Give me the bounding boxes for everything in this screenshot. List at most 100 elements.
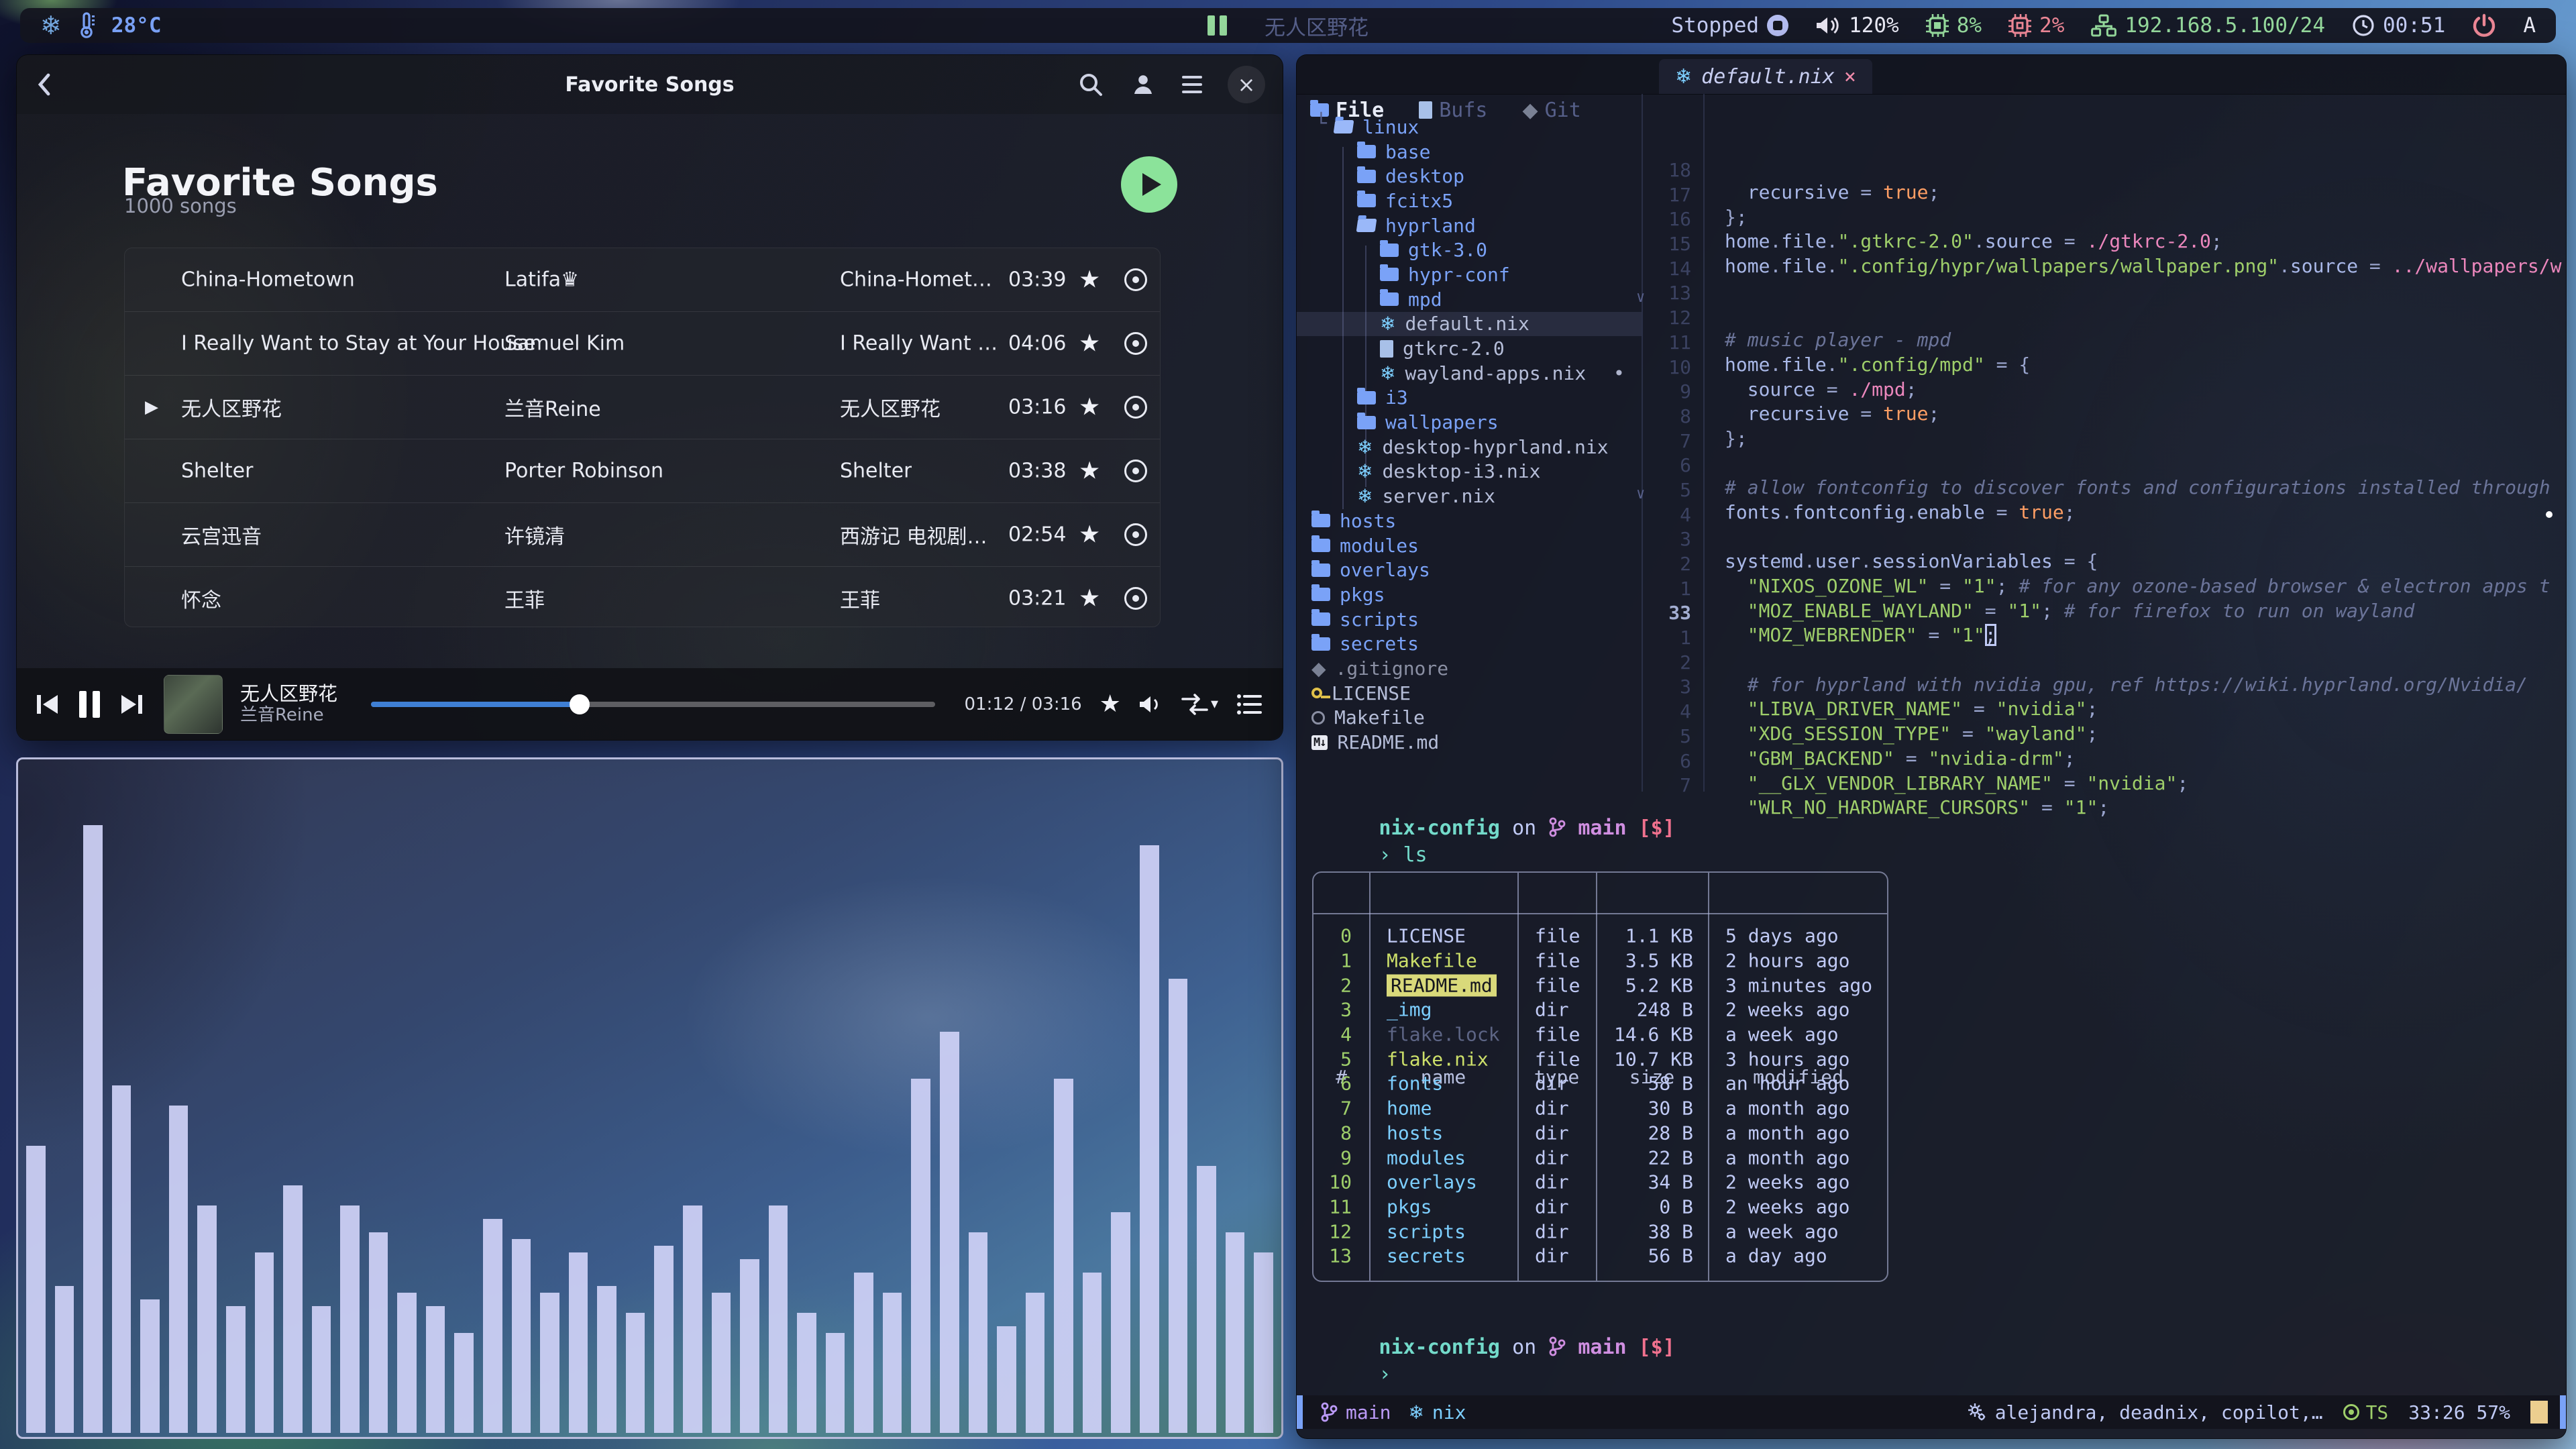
ls-cell-modified: 3 hours ago (1725, 1048, 1849, 1070)
song-row[interactable]: I Really Want to Stay at Your House Samu… (125, 312, 1160, 376)
ls-cell-size: 22 B (1596, 1146, 1693, 1169)
ls-cell-name: Makefile (1387, 950, 1477, 972)
track-options-icon[interactable] (1124, 587, 1147, 610)
prompt-dir: nix-config (1379, 1336, 1500, 1359)
favorite-star-icon[interactable]: ★ (1079, 585, 1100, 612)
ls-row: 7 home dir 30 B a month ago (1313, 1096, 1887, 1121)
track-options-icon[interactable] (1124, 523, 1147, 546)
seek-slider[interactable] (371, 702, 935, 707)
tray-letter[interactable]: A (2523, 13, 2536, 38)
repeat-menu-button[interactable]: ▾ (1181, 693, 1218, 716)
favorite-star-icon[interactable]: ★ (1079, 394, 1100, 421)
song-row[interactable]: China-Hometown Latifa♛ China-Hometown 03… (125, 248, 1160, 312)
song-artist: 兰音Reine (504, 392, 601, 422)
song-row[interactable]: ▶ 无人区野花 兰音Reine 无人区野花 03:16 ★ (125, 376, 1160, 439)
song-row[interactable]: 怀念 王菲 王菲 03:21 ★ (125, 567, 1160, 627)
favorite-star-icon[interactable]: ★ (1079, 330, 1100, 358)
search-icon[interactable] (1077, 71, 1104, 98)
ls-cell-name: flake.lock (1387, 1024, 1500, 1046)
buffer-tab-default-nix[interactable]: ❄ default.nix × (1659, 59, 1872, 94)
song-duration: 03:16 (1008, 396, 1066, 419)
volume-widget[interactable]: 120% (1815, 13, 1899, 38)
git-branch-icon (1548, 817, 1566, 837)
code-view[interactable]: 18 recursive = true; 17 }; 16 home.file.… (1297, 115, 2566, 755)
visualizer-bar (112, 1085, 131, 1433)
track-options-icon[interactable] (1124, 268, 1147, 291)
visualizer-bar (540, 1293, 559, 1433)
statusbar-position: 33:26 57% (2408, 1401, 2510, 1424)
chevron-down-icon: ▾ (1211, 696, 1218, 712)
track-options-icon[interactable] (1124, 460, 1147, 482)
visualizer-bar (397, 1293, 417, 1433)
gpu-widget[interactable]: 8% (1926, 13, 1982, 38)
visualizer-bar (1111, 1212, 1130, 1433)
song-row[interactable]: 云宫迅音 许镜清 西游记 电视剧配乐原... 02:54 ★ (125, 503, 1160, 567)
power-icon[interactable] (2472, 13, 2496, 38)
seek-knob[interactable] (570, 694, 590, 714)
ip-address: 192.168.5.100/24 (2125, 13, 2325, 38)
now-playing-widget[interactable]: 无人区野花 (1208, 11, 1368, 41)
song-title: 怀念 (181, 584, 221, 613)
visualizer-bar (26, 1146, 46, 1433)
shell-command-line[interactable]: › ls (1306, 820, 1428, 890)
visualizer-bar (226, 1306, 246, 1433)
favorite-button[interactable]: ★ (1099, 690, 1121, 718)
previous-button[interactable] (37, 695, 58, 714)
cpu-chip-icon (2008, 14, 2031, 37)
play-all-button[interactable] (1121, 156, 1177, 213)
top-status-bar: ❄ 28°C 无人区野花 Stopped 120% (20, 8, 2556, 43)
mpd-status-widget[interactable]: Stopped (1671, 13, 1788, 38)
clock-widget[interactable]: 00:51 (2352, 13, 2445, 38)
stop-icon (1767, 15, 1788, 36)
ls-cell-modified: 2 weeks ago (1725, 1195, 1849, 1218)
tab-close-icon[interactable]: × (1844, 65, 1856, 89)
nix-lang-icon: ❄ (1408, 1401, 1424, 1424)
track-options-icon[interactable] (1124, 396, 1147, 419)
account-icon[interactable] (1130, 71, 1157, 98)
git-branch-icon (1320, 1402, 1338, 1422)
code-line: 18 recursive = true; (1297, 115, 2566, 140)
ls-cell-size: 3.5 KB (1596, 950, 1693, 972)
close-icon[interactable]: × (1228, 66, 1265, 103)
pause-button[interactable] (79, 691, 100, 718)
column-divider (1517, 873, 1519, 1281)
code-line: 6 # allow fontconfig to discover fonts a… (1297, 410, 2566, 435)
ls-cell-modified: a day ago (1725, 1245, 1827, 1267)
ls-row: 9 modules dir 22 B a month ago (1313, 1145, 1887, 1170)
editor-statusbar: main ❄ nix alejandra, deadnix, copilot,…… (1297, 1395, 2566, 1429)
favorite-star-icon[interactable]: ★ (1079, 458, 1100, 485)
statusbar-branch: main (1346, 1401, 1391, 1424)
volume-icon[interactable] (1138, 693, 1164, 716)
visualizer-bar (312, 1306, 331, 1433)
song-row[interactable]: Shelter Porter Robinson Shelter 03:38 ★ (125, 439, 1160, 503)
cpu-widget[interactable]: 2% (2008, 13, 2064, 38)
visualizer-bar (55, 1286, 74, 1433)
album-art (164, 675, 223, 734)
code-line: 7 (1297, 386, 2566, 411)
visualizer-bar (169, 1106, 189, 1433)
track-options-icon[interactable] (1124, 332, 1147, 355)
line-number: 7 (1632, 774, 1691, 796)
nixos-logo-icon[interactable]: ❄ (40, 11, 62, 40)
ls-header-cell: modified (1708, 873, 1888, 1281)
song-artist: 许镜清 (504, 520, 565, 549)
ls-cell-type: file (1535, 1024, 1580, 1046)
queue-icon[interactable] (1236, 692, 1263, 716)
menu-icon[interactable] (1182, 76, 1202, 93)
terminal-window: ❄ default.nix × File Bufs ◆ Git └ linux … (1296, 54, 2567, 1439)
statusbar-language: nix (1432, 1401, 1466, 1424)
fold-icon[interactable]: ∨ (1636, 289, 1645, 306)
back-icon[interactable] (34, 70, 54, 99)
shell-prompt: nix-config on main [$] (1306, 793, 1675, 863)
volume-level: 120% (1849, 13, 1899, 38)
fold-icon[interactable]: ∨ (1636, 486, 1645, 502)
ls-row: 0 LICENSE file 1.1 KB 5 days ago (1313, 924, 1887, 949)
favorite-star-icon[interactable]: ★ (1079, 266, 1100, 294)
ls-cell-size: 248 B (1596, 999, 1693, 1021)
lsp-gear-icon (1967, 1402, 1987, 1422)
network-widget[interactable]: 192.168.5.100/24 (2091, 13, 2325, 38)
ls-cell-num: 10 (1313, 1171, 1352, 1193)
favorite-star-icon[interactable]: ★ (1079, 521, 1100, 549)
ls-cell-type: file (1535, 1048, 1580, 1070)
next-button[interactable] (121, 695, 142, 714)
